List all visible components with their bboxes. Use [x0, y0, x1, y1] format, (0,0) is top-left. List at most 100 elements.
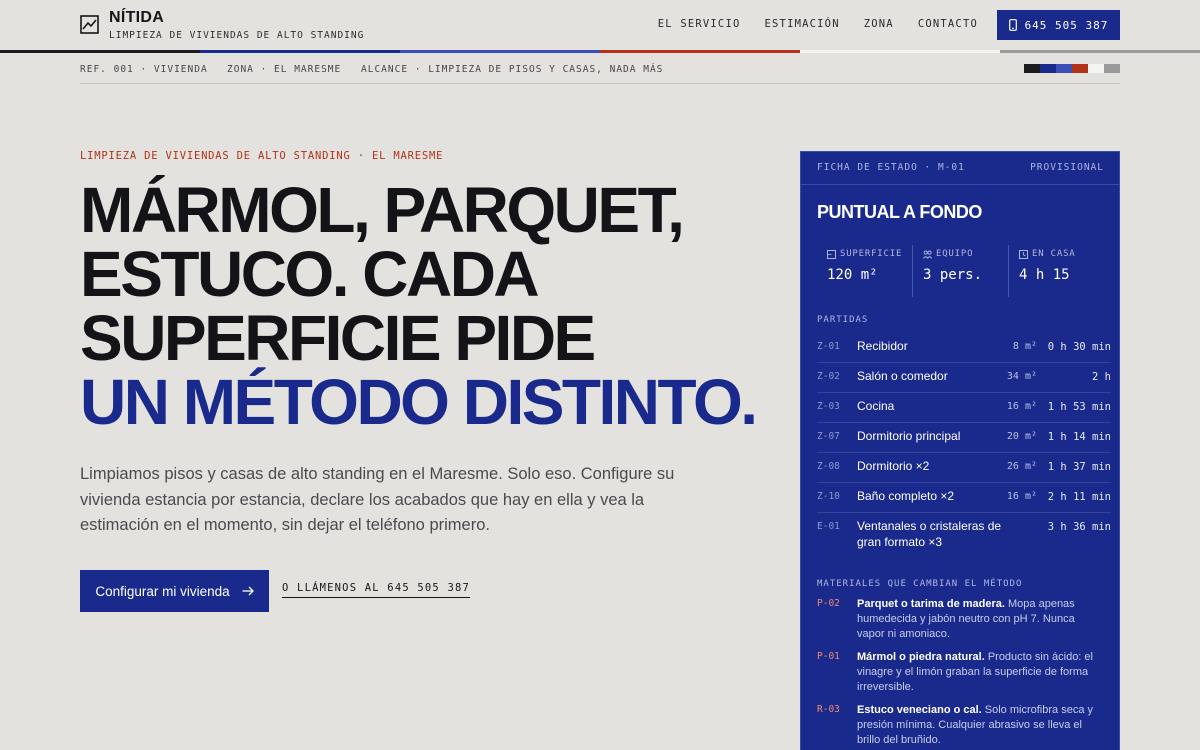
card-ref: FICHA DE ESTADO · M-01 — [817, 162, 965, 173]
nav-estimacion[interactable]: ESTIMACIÓN — [765, 18, 840, 30]
room-time: 2 h — [1092, 371, 1111, 383]
room-area: 16 m² — [1006, 491, 1037, 502]
room-name: Dormitorio principal — [857, 429, 961, 443]
room-name: Baño completo ×2 — [857, 489, 955, 503]
area-icon — [827, 249, 836, 259]
stat-label-text: EQUIPO — [936, 249, 974, 259]
material-title: Estuco veneciano o cal. — [857, 704, 982, 716]
configure-home-button[interactable]: Configurar mi vivienda — [80, 570, 269, 612]
material-code: P-01 — [817, 651, 840, 662]
card-stats: SUPERFICIE 120 m² EQUIPO 3 pers. EN CASA… — [817, 245, 1104, 297]
stat-label: EN CASA — [1019, 249, 1104, 259]
material-title: Mármol o piedra natural. — [857, 651, 985, 663]
stat-label: EQUIPO — [923, 249, 1008, 259]
headline-line-2: ESTUCO. CADA — [80, 238, 540, 310]
room-code: Z-01 — [817, 341, 840, 352]
hero-headline: MÁRMOL, PARQUET, ESTUCO. CADA SUPERFICIE… — [80, 178, 780, 434]
card-divider — [801, 184, 1119, 185]
room-item[interactable]: Z-02 Salón o comedor 34 m² 2 h — [817, 363, 1111, 393]
room-item[interactable]: Z-08 Dormitorio ×2 26 m² 1 h 37 min — [817, 453, 1111, 483]
call-us-link[interactable]: O LLÁMENOS AL 645 505 387 — [282, 582, 471, 598]
stripe-segment — [800, 50, 1000, 53]
hero-lede: Limpiamos pisos y casas de alto standing… — [80, 465, 675, 534]
nav-zona[interactable]: ZONA — [864, 18, 894, 30]
room-item[interactable]: Z-07 Dormitorio principal 20 m² 1 h 14 m… — [817, 423, 1111, 453]
material-item: P-01 Mármol o piedra natural. Producto s… — [817, 650, 1111, 695]
material-code: R-03 — [817, 704, 840, 715]
partidas-label: PARTIDAS — [817, 315, 869, 325]
cta-label: Configurar mi vivienda — [95, 583, 230, 599]
swatch — [1104, 64, 1120, 73]
materials-list: P-02 Parquet o tarima de madera. Mopa ap… — [817, 597, 1111, 750]
room-time: 0 h 30 min — [1047, 341, 1111, 353]
room-time: 3 h 36 min — [1047, 521, 1111, 533]
team-icon — [923, 250, 932, 259]
room-name: Recibidor — [857, 339, 908, 353]
swatch — [1072, 64, 1088, 73]
room-name: Cocina — [857, 399, 895, 413]
brand-name[interactable]: NÍTIDA — [109, 9, 164, 27]
card-title: PUNTUAL A FONDO — [817, 202, 982, 222]
site-header: NÍTIDA LIMPIEZA DE VIVIENDAS DE ALTO STA… — [0, 0, 1200, 50]
material-description: Estuco veneciano o cal. Solo microfibra … — [857, 703, 1105, 748]
clock-icon — [1019, 249, 1028, 259]
room-name: Dormitorio ×2 — [857, 459, 930, 473]
ref-scope: ALCANCE · LIMPIEZA DE PISOS Y CASAS, NAD… — [361, 64, 664, 75]
stripe-segment — [0, 50, 200, 53]
room-area: 16 m² — [1006, 401, 1037, 412]
reference-bar: REF. 001 · VIVIENDA ZONA · EL MARESME AL… — [80, 62, 1120, 84]
room-code: Z-07 — [817, 431, 840, 442]
headline-line-1: MÁRMOL, PARQUET, — [80, 174, 685, 246]
stat-team: EQUIPO 3 pers. — [912, 245, 1008, 297]
stat-value: 4 h 15 — [1019, 267, 1070, 283]
phone-button[interactable]: 645 505 387 — [997, 10, 1120, 40]
material-item: P-02 Parquet o tarima de madera. Mopa ap… — [817, 597, 1111, 642]
room-code: E-01 — [817, 521, 840, 532]
stat-label-text: SUPERFICIE — [840, 249, 903, 259]
main-nav: EL SERVICIO ESTIMACIÓN ZONA CONTACTO — [658, 18, 978, 30]
headline-accent: UN MÉTODO DISTINTO. — [80, 366, 758, 438]
material-code: P-02 — [817, 598, 840, 609]
room-item[interactable]: Z-01 Recibidor 8 m² 0 h 30 min — [817, 333, 1111, 363]
room-code: Z-02 — [817, 371, 840, 382]
swatch — [1088, 64, 1104, 73]
room-name: Ventanales o cristaleras de gran formato… — [857, 519, 1002, 549]
stat-value: 120 m² — [827, 267, 878, 283]
room-name: Salón o comedor — [857, 369, 948, 383]
color-swatches — [1024, 64, 1120, 73]
color-stripe — [0, 50, 1200, 53]
stripe-segment — [200, 50, 400, 53]
status-card: FICHA DE ESTADO · M-01 PROVISIONAL PUNTU… — [800, 151, 1120, 750]
room-item[interactable]: Z-10 Baño completo ×2 16 m² 2 h 11 min — [817, 483, 1111, 513]
room-time: 1 h 14 min — [1047, 431, 1111, 443]
room-item[interactable]: E-01 Ventanales o cristaleras de gran fo… — [817, 513, 1111, 557]
room-time: 1 h 53 min — [1047, 401, 1111, 413]
headline-line-3: SUPERFICIE PIDE — [80, 302, 596, 374]
room-code: Z-03 — [817, 401, 840, 412]
swatch — [1040, 64, 1056, 73]
brand-tagline: LIMPIEZA DE VIVIENDAS DE ALTO STANDING — [109, 30, 365, 41]
nav-servicio[interactable]: EL SERVICIO — [658, 18, 741, 30]
stripe-segment — [400, 50, 600, 53]
ref-zone: ZONA · EL MARESME — [227, 64, 342, 75]
card-status: PROVISIONAL — [1030, 162, 1104, 173]
materials-label: MATERIALES QUE CAMBIAN EL MÉTODO — [817, 579, 1023, 589]
material-description: Parquet o tarima de madera. Mopa apenas … — [857, 597, 1105, 642]
room-area: 8 m² — [1012, 341, 1037, 352]
material-description: Mármol o piedra natural. Producto sin ác… — [857, 650, 1105, 695]
nav-contacto[interactable]: CONTACTO — [918, 18, 978, 30]
phone-icon — [1008, 19, 1017, 31]
card-header: FICHA DE ESTADO · M-01 PROVISIONAL — [817, 162, 1104, 173]
stripe-segment — [1000, 50, 1200, 53]
phone-number: 645 505 387 — [1024, 18, 1109, 32]
material-item: R-03 Estuco veneciano o cal. Solo microf… — [817, 703, 1111, 748]
room-time: 2 h 11 min — [1047, 491, 1111, 503]
stat-surface: SUPERFICIE 120 m² — [817, 245, 912, 297]
arrow-right-icon — [242, 586, 254, 596]
stat-time: EN CASA 4 h 15 — [1008, 245, 1104, 297]
room-area: 26 m² — [1006, 461, 1037, 472]
logo-icon[interactable] — [80, 15, 99, 34]
room-area: 20 m² — [1006, 431, 1037, 442]
room-item[interactable]: Z-03 Cocina 16 m² 1 h 53 min — [817, 393, 1111, 423]
stat-label-text: EN CASA — [1032, 249, 1076, 259]
